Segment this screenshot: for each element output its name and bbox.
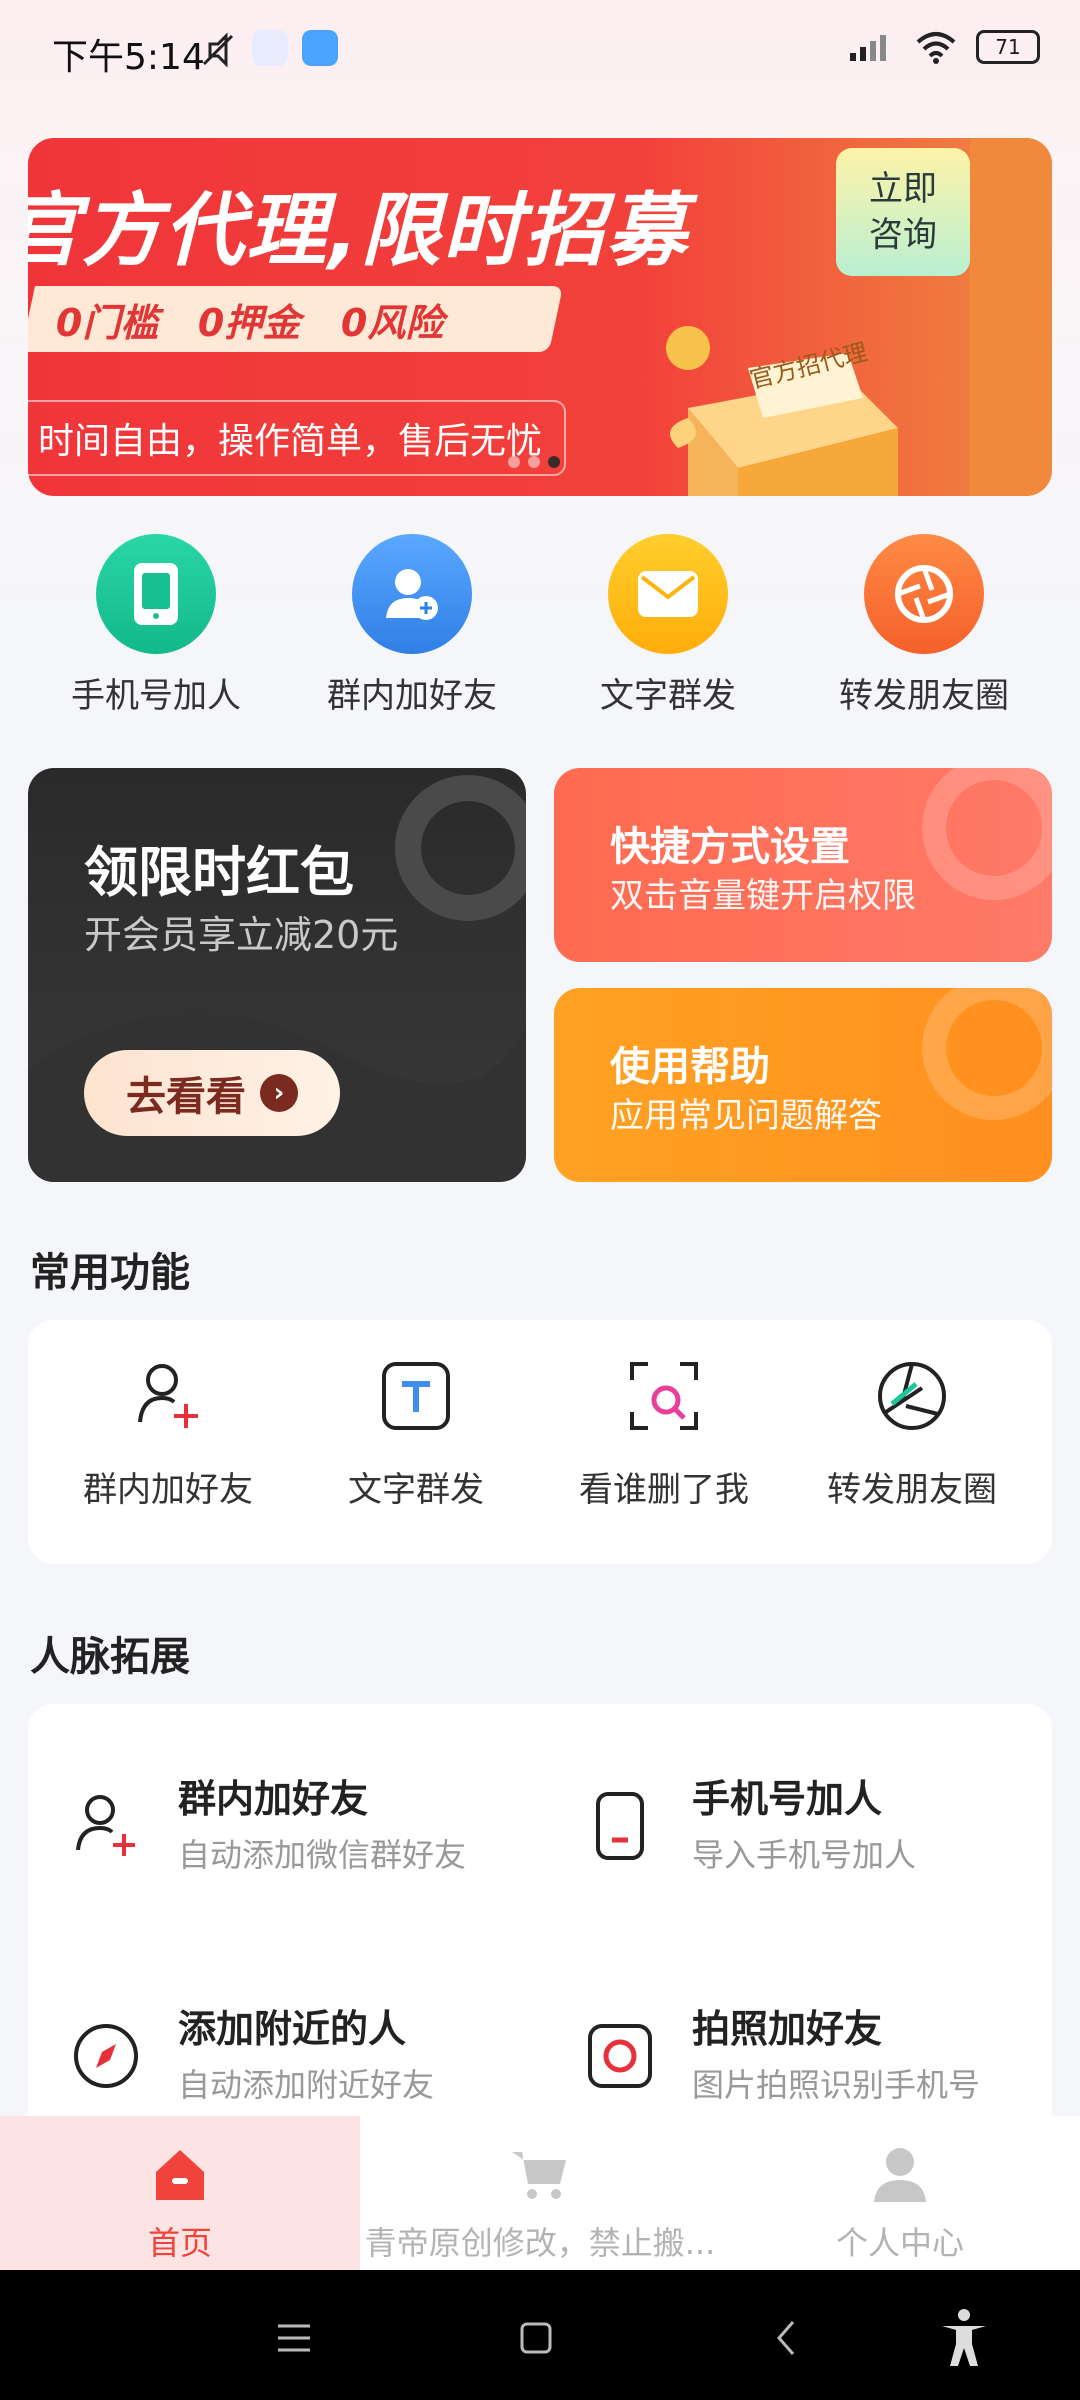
common-item-mass-text[interactable]: 文字群发 — [292, 1356, 540, 1511]
camera-icon — [588, 2024, 652, 2088]
banner-feature: 0门槛 — [56, 300, 159, 345]
pager-dot — [508, 456, 520, 468]
banner-next-slide — [970, 138, 1052, 496]
network-item-subtitle: 自动添加附近好友 — [178, 2066, 435, 2104]
system-navigation-bar — [0, 2270, 1080, 2400]
shortcut-subtitle: 双击音量键开启权限 — [610, 876, 916, 916]
quick-action-group-add[interactable]: 群内加好友 — [292, 534, 532, 717]
quick-action-phone-add[interactable]: 手机号加人 — [36, 534, 276, 717]
network-item-subtitle: 自动添加微信群好友 — [178, 1836, 467, 1874]
quick-action-moments[interactable]: 转发朋友圈 — [804, 534, 1044, 717]
tab-shop-label: 青帝原创修改，禁止搬... — [364, 2224, 716, 2262]
gift-box-icon — [666, 326, 898, 496]
app-notification-icon — [302, 30, 338, 66]
network-item-subtitle: 导入手机号加人 — [692, 1836, 917, 1874]
help-card[interactable]: 使用帮助 应用常见问题解答 — [554, 988, 1052, 1182]
home-nav-icon[interactable] — [506, 2308, 566, 2368]
help-title: 使用帮助 — [610, 1044, 770, 1090]
menu-icon[interactable] — [264, 2308, 324, 2368]
common-item-label: 看谁删了我 — [579, 1470, 749, 1510]
compass-icon — [74, 2024, 138, 2088]
bottom-tabbar: 首页 青帝原创修改，禁止搬... 个人中心 — [0, 2116, 1080, 2270]
status-notification-icons — [198, 30, 338, 70]
aperture-icon — [878, 1362, 946, 1430]
text-icon — [382, 1362, 450, 1430]
network-section-title: 人脉拓展 — [30, 1634, 190, 1680]
quick-action-label: 手机号加人 — [71, 676, 241, 716]
help-subtitle: 应用常见问题解答 — [610, 1096, 882, 1136]
tab-profile[interactable]: 个人中心 — [720, 2116, 1080, 2270]
phone-icon — [96, 534, 216, 654]
pager-dot-active — [548, 456, 560, 468]
status-time: 下午5:14 — [52, 37, 205, 78]
common-item-label: 群内加好友 — [83, 1470, 253, 1510]
red-packet-card[interactable]: 领限时红包 开会员享立减20元 去看看 › — [28, 768, 526, 1182]
consult-label: 咨询 — [869, 215, 937, 255]
common-item-group-add[interactable]: 群内加好友 — [44, 1356, 292, 1511]
add-user-icon — [352, 534, 472, 654]
go-see-label: 去看看 — [126, 1074, 246, 1120]
scan-search-icon — [630, 1362, 698, 1430]
quick-action-label: 文字群发 — [600, 676, 736, 716]
tab-home-label: 首页 — [147, 2224, 212, 2262]
common-item-label: 转发朋友圈 — [827, 1470, 997, 1510]
network-item-title: 拍照加好友 — [692, 2007, 883, 2051]
signal-icon — [850, 35, 886, 61]
network-item-group-add[interactable]: 群内加好友 自动添加微信群好友 — [28, 1762, 518, 1892]
quick-action-label: 转发朋友圈 — [839, 676, 1009, 716]
common-item-moments[interactable]: 转发朋友圈 — [788, 1356, 1036, 1511]
common-item-who-deleted[interactable]: 看谁删了我 — [540, 1356, 788, 1511]
add-user-icon — [138, 1364, 198, 1428]
banner-features: 0门槛 0押金 0风险 — [28, 286, 564, 352]
chevron-right-icon: › — [260, 1074, 298, 1112]
banner-subtitle: 时间自由，操作简单，售后无忧 — [28, 400, 567, 476]
banner-feature: 0风险 — [340, 300, 444, 345]
common-item-label: 文字群发 — [348, 1470, 484, 1510]
network-item-title: 手机号加人 — [692, 1777, 883, 1821]
quick-action-mass-text[interactable]: 文字群发 — [548, 534, 788, 717]
user-icon — [874, 2148, 926, 2202]
network-item-title: 群内加好友 — [178, 1777, 369, 1821]
battery-icon: 71 — [976, 30, 1040, 64]
consult-button[interactable]: 立即 咨询 — [836, 148, 970, 276]
promo-banner[interactable]: 官方代理,限时招募 0门槛 0押金 0风险 时间自由，操作简单，售后无忧 官方招… — [28, 138, 1052, 496]
tab-profile-label: 个人中心 — [835, 2224, 964, 2262]
add-user-icon — [76, 1795, 135, 1856]
network-item-phone-add[interactable]: 手机号加人 导入手机号加人 — [542, 1762, 1032, 1892]
wifi-icon — [916, 32, 956, 64]
network-item-title: 添加附近的人 — [178, 2007, 407, 2051]
red-packet-subtitle: 开会员享立减20元 — [84, 913, 399, 957]
network-item-photo-add[interactable]: 拍照加好友 图片拍照识别手机号 — [542, 1992, 1032, 2122]
network-item-subtitle: 图片拍照识别手机号 — [692, 2066, 981, 2104]
shortcut-title: 快捷方式设置 — [610, 824, 850, 870]
mail-icon — [608, 534, 728, 654]
phone-icon — [596, 1792, 644, 1860]
status-right-icons: 71 — [848, 30, 1040, 64]
go-see-button[interactable]: 去看看 › — [84, 1050, 340, 1136]
app-notification-icon — [252, 30, 288, 66]
cart-icon — [512, 2152, 566, 2199]
mute-icon — [202, 32, 234, 68]
aperture-icon — [864, 534, 984, 654]
banner-feature: 0押金 — [198, 300, 301, 345]
banner-pager — [508, 456, 560, 468]
shortcut-settings-card[interactable]: 快捷方式设置 双击音量键开启权限 — [554, 768, 1052, 962]
back-icon[interactable] — [756, 2308, 816, 2368]
tab-home[interactable]: 首页 — [0, 2116, 360, 2270]
quick-action-label: 群内加好友 — [327, 676, 497, 716]
consult-label: 立即 — [869, 169, 937, 209]
pager-dot — [528, 456, 540, 468]
tab-shop[interactable]: 青帝原创修改，禁止搬... — [360, 2116, 720, 2270]
accessibility-icon[interactable] — [934, 2308, 994, 2368]
home-icon — [156, 2150, 204, 2200]
common-section-title: 常用功能 — [30, 1250, 190, 1296]
banner-title: 官方代理,限时招募 — [28, 184, 689, 277]
network-item-nearby[interactable]: 添加附近的人 自动添加附近好友 — [28, 1992, 518, 2122]
red-packet-title: 领限时红包 — [84, 841, 354, 904]
